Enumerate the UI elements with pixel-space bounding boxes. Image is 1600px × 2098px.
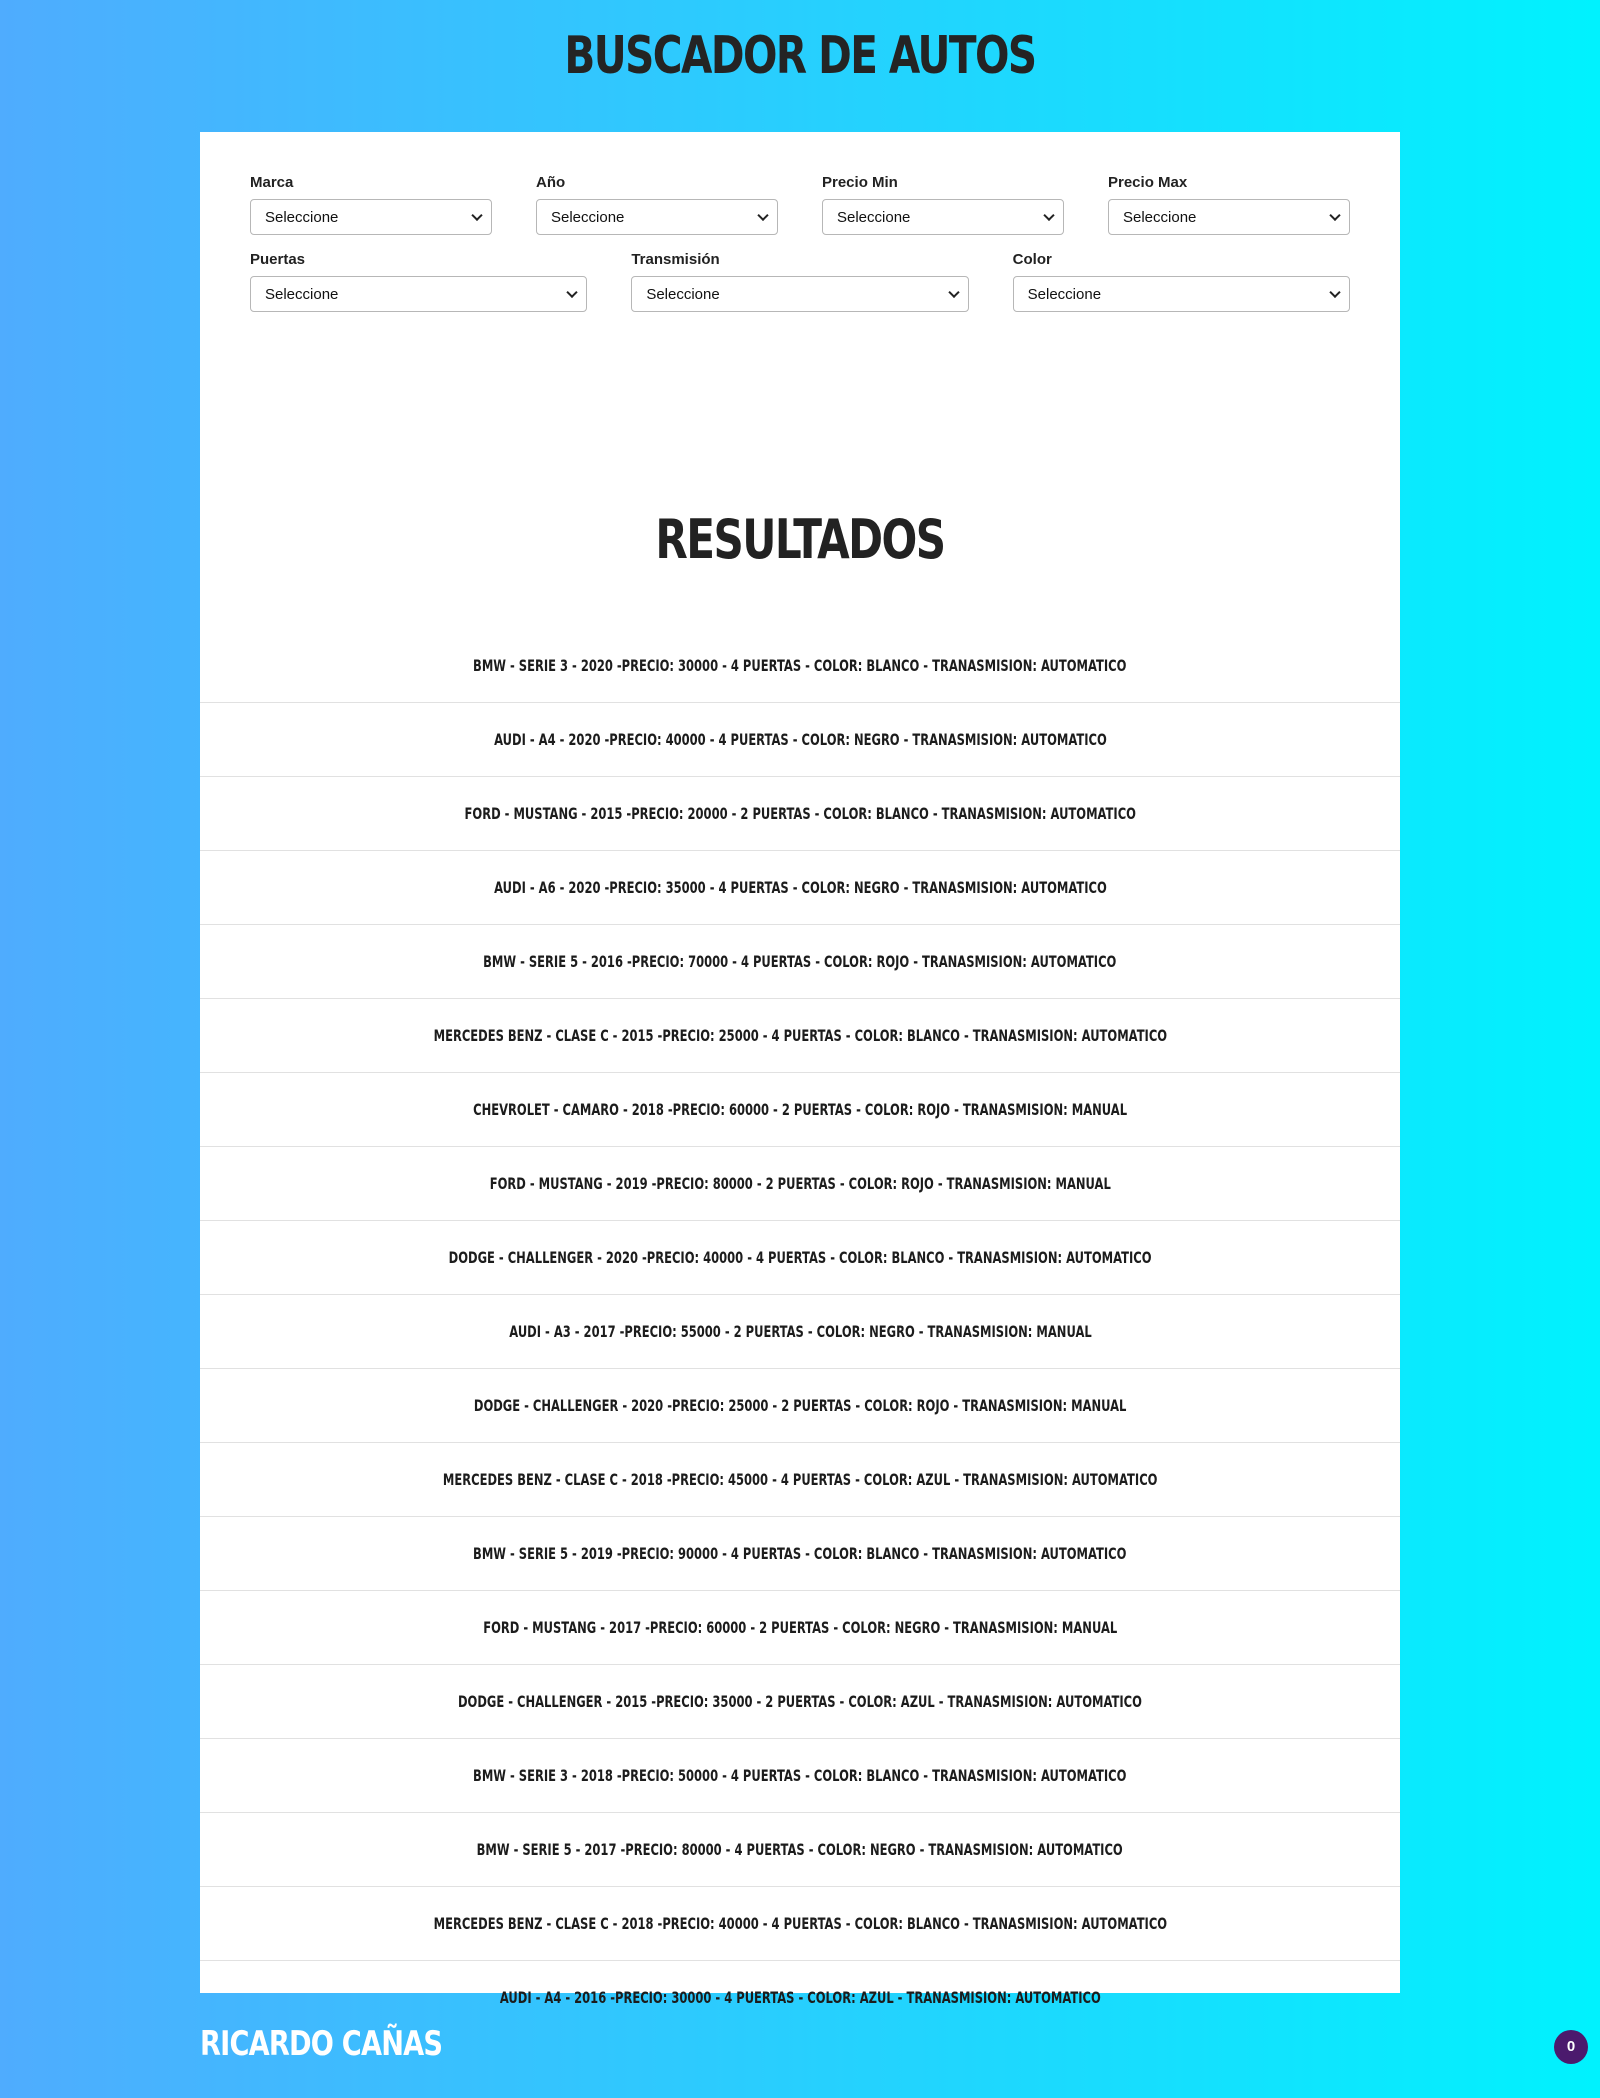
result-item: Mercedes Benz - Clase C - 2018 -Precio: … [200, 1443, 1400, 1517]
result-text: Mercedes Benz - Clase C - 2015 -Precio: … [433, 1026, 1167, 1045]
result-item: BMW - Serie 3 - 2018 -Precio: 50000 - 4 … [200, 1739, 1400, 1813]
result-item: Ford - Mustang - 2019 -Precio: 80000 - 2… [200, 1147, 1400, 1221]
result-item: Dodge - Challenger - 2020 -Precio: 40000… [200, 1221, 1400, 1295]
transmision-label: Transmisión [631, 251, 720, 268]
result-item: Ford - Mustang - 2015 -Precio: 20000 - 2… [200, 777, 1400, 851]
color-select-value: Seleccione [1027, 285, 1102, 303]
result-text: BMW - Serie 3 - 2020 -Precio: 30000 - 4 … [473, 656, 1127, 675]
footer-author: RICARDO CAÑAS [200, 2024, 443, 2064]
anio-label: Año [536, 174, 566, 191]
result-item: Ford - Mustang - 2017 -Precio: 60000 - 2… [200, 1591, 1400, 1665]
result-text: Audi - A4 - 2020 -Precio: 40000 - 4 Puer… [493, 730, 1107, 749]
precio-min-field: Precio Min Seleccione [822, 174, 1064, 235]
precio-min-select-value: Seleccione [837, 208, 911, 226]
filters-form: Marca Seleccione Año Seleccione Precio M… [250, 174, 1350, 312]
puertas-select-value: Seleccione [265, 285, 339, 303]
result-item: BMW - Serie 5 - 2017 -Precio: 80000 - 4 … [200, 1813, 1400, 1887]
result-item: Audi - A3 - 2017 -Precio: 55000 - 2 Puer… [200, 1295, 1400, 1369]
chevron-down-icon [566, 286, 578, 299]
result-text: BMW - Serie 3 - 2018 -Precio: 50000 - 4 … [473, 1766, 1127, 1785]
chevron-down-icon [471, 209, 483, 222]
result-text: Ford - Mustang - 2015 -Precio: 20000 - 2… [464, 804, 1136, 823]
puertas-select[interactable]: Seleccione [250, 276, 588, 312]
result-item: Audi - A4 - 2020 -Precio: 40000 - 4 Puer… [200, 703, 1400, 777]
precio-max-select[interactable]: Seleccione [1108, 199, 1350, 235]
chevron-down-icon [947, 286, 960, 299]
anio-select-value: Seleccione [551, 208, 625, 226]
transmision-field: Transmisión Seleccione [631, 251, 969, 312]
precio-min-label: Precio Min [822, 174, 898, 191]
precio-max-label: Precio Max [1108, 174, 1188, 191]
precio-max-field: Precio Max Seleccione [1108, 174, 1350, 235]
chevron-down-icon [1329, 209, 1341, 222]
result-text: Mercedes Benz - Clase C - 2018 -Precio: … [442, 1470, 1158, 1489]
anio-select[interactable]: Seleccione [536, 199, 778, 235]
result-text: Dodge - Challenger - 2020 -Precio: 25000… [473, 1396, 1127, 1415]
anio-field: Año Seleccione [536, 174, 778, 235]
result-item: Dodge - Challenger - 2015 -Precio: 35000… [200, 1665, 1400, 1739]
chevron-down-icon [1043, 209, 1055, 222]
result-text: Audi - A6 - 2020 -Precio: 35000 - 4 Puer… [493, 878, 1107, 897]
marca-select[interactable]: Seleccione [250, 199, 492, 235]
result-item: Dodge - Challenger - 2020 -Precio: 25000… [200, 1369, 1400, 1443]
precio-min-select[interactable]: Seleccione [822, 199, 1064, 235]
result-text: BMW - Serie 5 - 2019 -Precio: 90000 - 4 … [473, 1544, 1127, 1563]
results-list: BMW - Serie 3 - 2020 -Precio: 30000 - 4 … [200, 629, 1400, 2034]
result-item: BMW - Serie 5 - 2019 -Precio: 90000 - 4 … [200, 1517, 1400, 1591]
result-text: Ford - Mustang - 2019 -Precio: 80000 - 2… [489, 1174, 1111, 1193]
result-item: BMW - Serie 5 - 2016 -Precio: 70000 - 4 … [200, 925, 1400, 999]
result-item: Mercedes Benz - Clase C - 2018 -Precio: … [200, 1887, 1400, 1961]
color-select[interactable]: Seleccione [1012, 276, 1350, 312]
results-title: RESULTADOS [655, 508, 946, 571]
result-item: Audi - A6 - 2020 -Precio: 35000 - 4 Puer… [200, 851, 1400, 925]
result-text: Audi - A3 - 2017 -Precio: 55000 - 2 Puer… [508, 1322, 1092, 1341]
result-text: Chevrolet - Camaro - 2018 -Precio: 60000… [473, 1100, 1127, 1119]
precio-max-select-value: Seleccione [1123, 208, 1197, 226]
marca-label: Marca [250, 174, 294, 191]
color-field: Color Seleccione [1012, 251, 1350, 312]
puertas-label: Puertas [250, 251, 306, 268]
transmision-select-value: Seleccione [646, 285, 720, 303]
result-text: Mercedes Benz - Clase C - 2018 -Precio: … [433, 1914, 1167, 1933]
result-text: Dodge - Challenger - 2020 -Precio: 40000… [448, 1248, 1152, 1267]
result-item: Chevrolet - Camaro - 2018 -Precio: 60000… [200, 1073, 1400, 1147]
chevron-down-icon [757, 209, 769, 222]
marca-field: Marca Seleccione [250, 174, 492, 235]
color-label: Color [1012, 251, 1052, 268]
result-item: BMW - Serie 3 - 2020 -Precio: 30000 - 4 … [200, 629, 1400, 703]
chevron-down-icon [1329, 286, 1341, 299]
result-text: Ford - Mustang - 2017 -Precio: 60000 - 2… [483, 1618, 1117, 1637]
page-title: BUSCADOR DE AUTOS [564, 26, 1037, 86]
transmision-select[interactable]: Seleccione [631, 276, 969, 312]
result-item: Mercedes Benz - Clase C - 2015 -Precio: … [200, 999, 1400, 1073]
search-panel: Marca Seleccione Año Seleccione Precio M… [200, 132, 1400, 2007]
result-text: BMW - Serie 5 - 2017 -Precio: 80000 - 4 … [476, 1840, 1124, 1859]
result-text: BMW - Serie 5 - 2016 -Precio: 70000 - 4 … [483, 952, 1117, 971]
notification-badge[interactable]: 0 [1554, 2030, 1588, 2064]
marca-select-value: Seleccione [265, 208, 339, 226]
result-text: Audi - A4 - 2016 -Precio: 30000 - 4 Puer… [499, 1988, 1101, 2007]
result-text: Dodge - Challenger - 2015 -Precio: 35000… [458, 1692, 1142, 1711]
puertas-field: Puertas Seleccione [250, 251, 588, 312]
